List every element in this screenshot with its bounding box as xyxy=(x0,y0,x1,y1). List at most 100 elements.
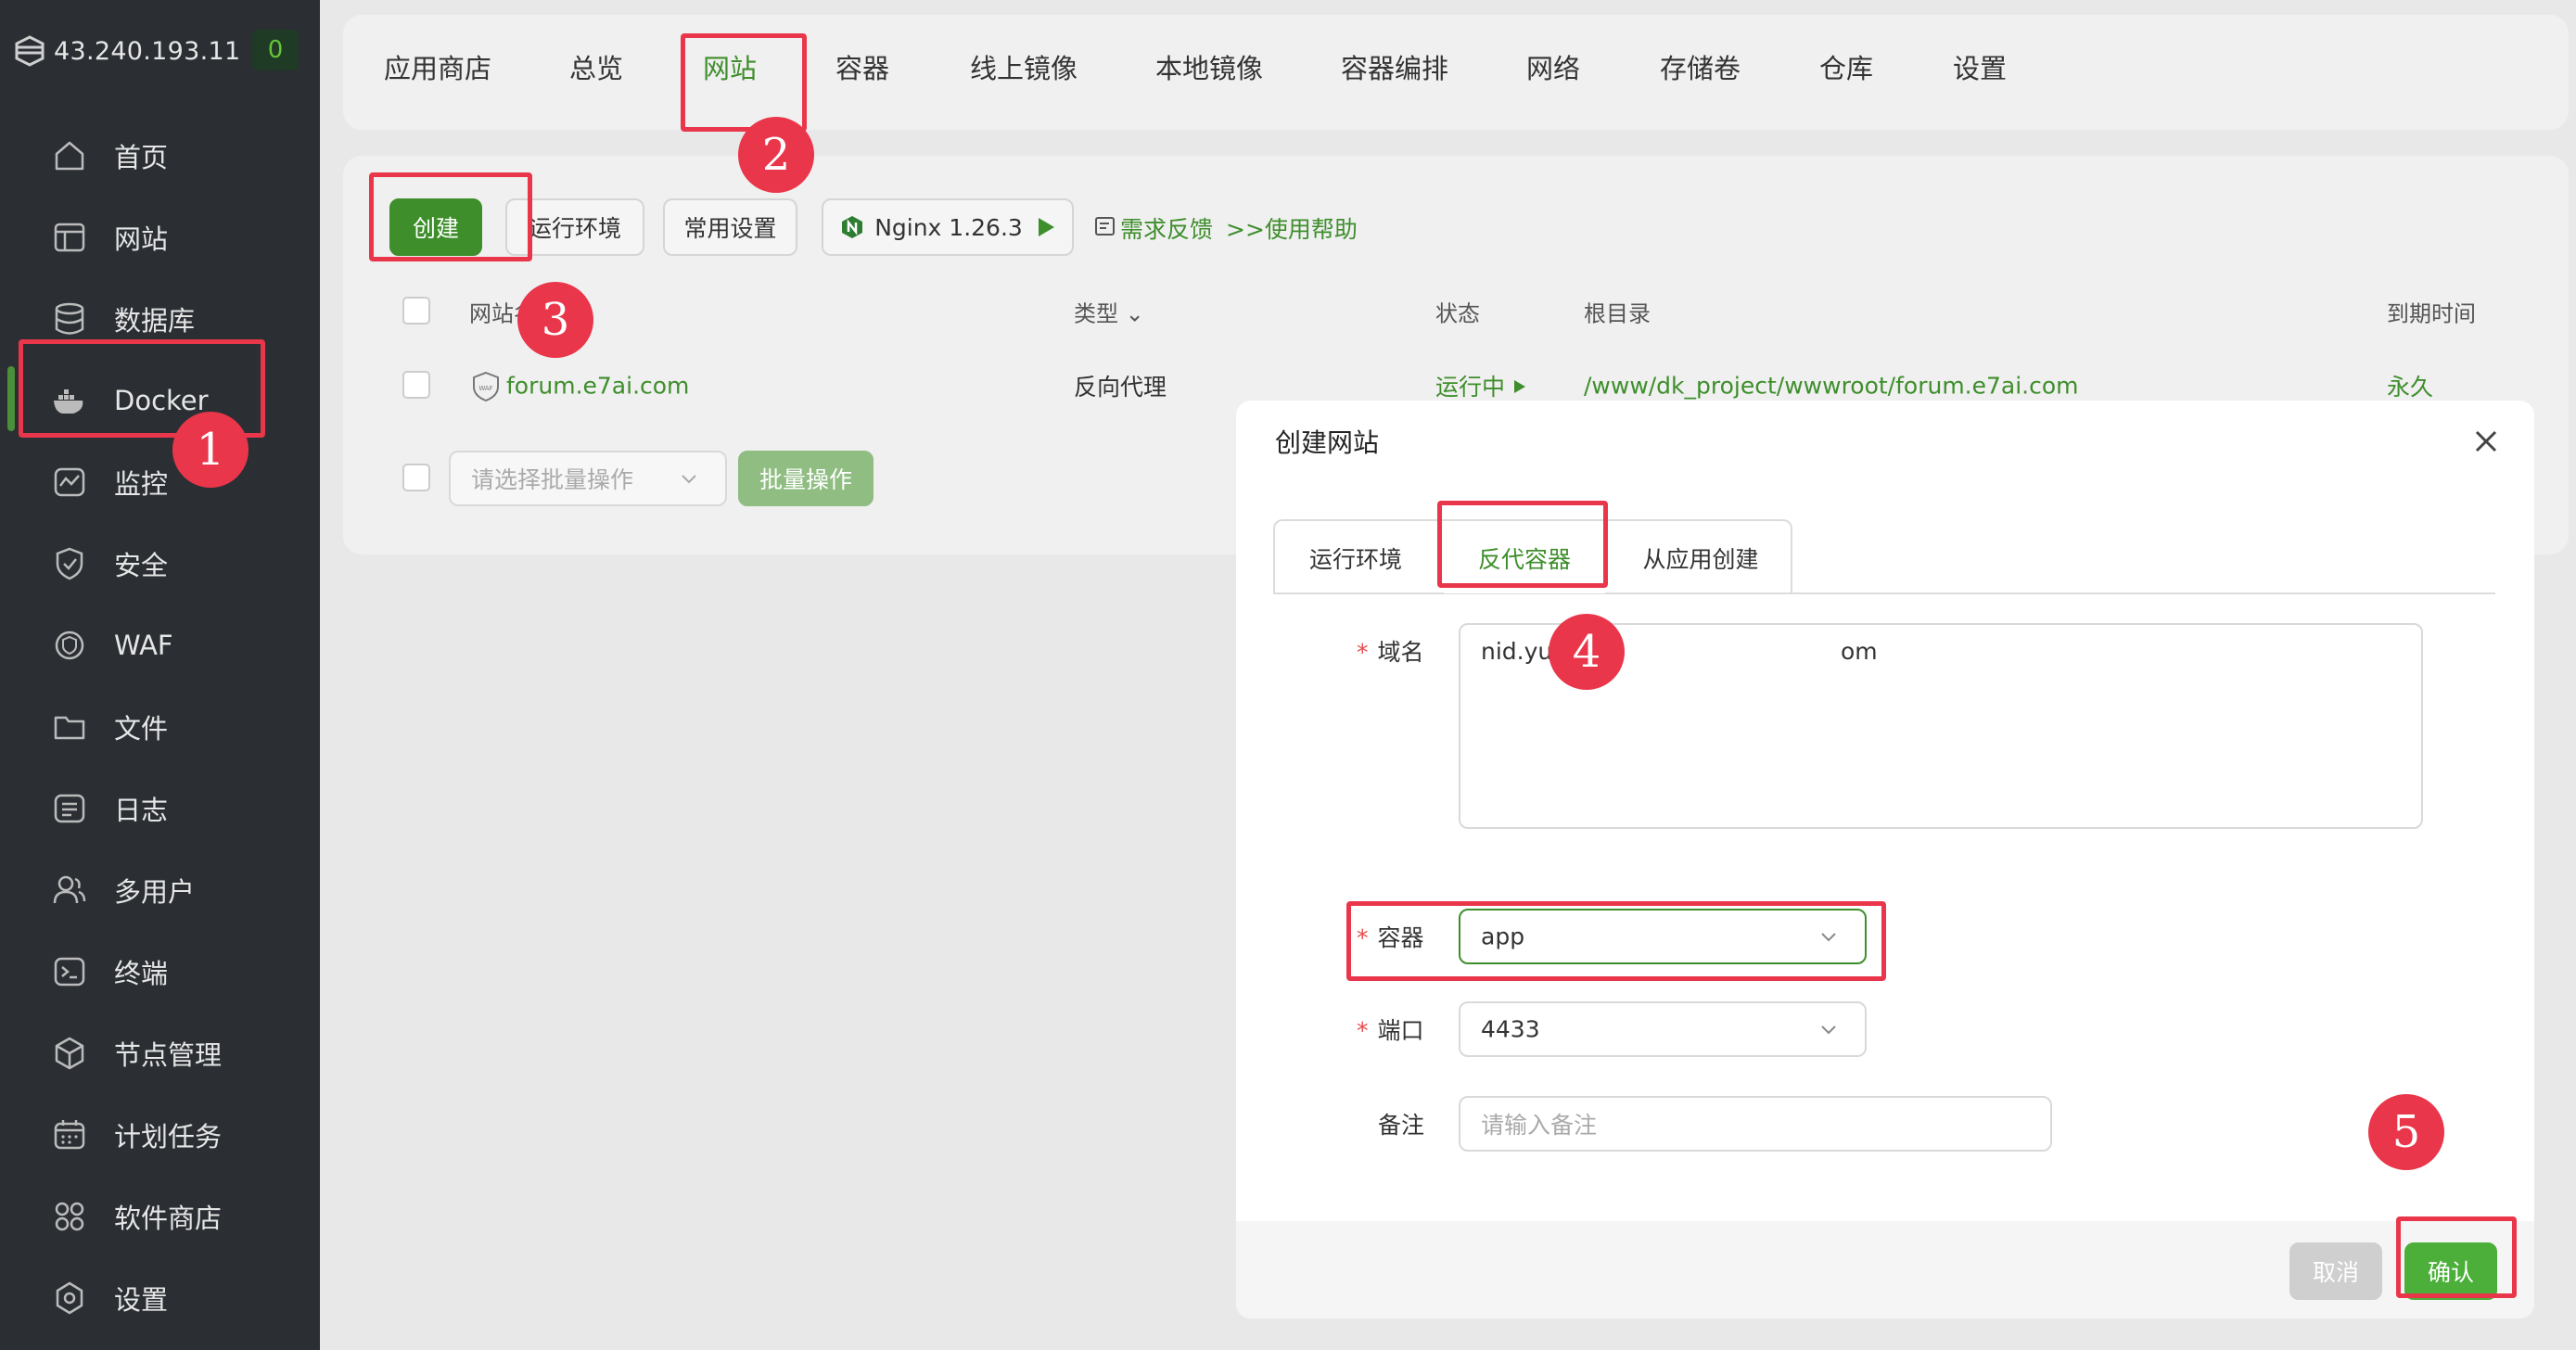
annotation-box-create xyxy=(369,172,532,261)
sidebar-item-security[interactable]: 安全 xyxy=(51,536,168,592)
sidebar-item-label: 网站 xyxy=(114,223,169,255)
tab-online-images[interactable]: 线上镜像 xyxy=(970,47,1078,86)
col-expire: 到期时间 xyxy=(2387,300,2476,327)
tab-volumes[interactable]: 存储卷 xyxy=(1660,47,1741,86)
home-icon xyxy=(55,141,84,171)
svg-text:WAF: WAF xyxy=(478,385,492,392)
dialog-tab-from-app[interactable]: 从应用创建 xyxy=(1613,523,1789,593)
sidebar-item-cron[interactable]: 计划任务 xyxy=(51,1107,222,1163)
terminal-icon xyxy=(54,957,85,987)
col-type[interactable]: 类型 ⌄ xyxy=(1074,296,1144,328)
sidebar-item-label: 日志 xyxy=(114,795,169,826)
cancel-button[interactable]: 取消 xyxy=(2289,1242,2382,1300)
col-root: 根目录 xyxy=(1584,300,1651,327)
tab-app-store[interactable]: 应用商店 xyxy=(384,47,491,86)
site-expire[interactable]: 永久 xyxy=(2387,369,2433,402)
feedback-icon xyxy=(1095,217,1115,236)
monitor-icon xyxy=(54,467,85,497)
step-marker-4: 4 xyxy=(1549,614,1625,690)
store-icon xyxy=(55,1202,84,1231)
domain-label: * 域名 xyxy=(1357,639,1424,666)
port-value: 4433 xyxy=(1481,1015,1540,1043)
tab-local-images[interactable]: 本地镜像 xyxy=(1155,47,1263,86)
tab-network[interactable]: 网络 xyxy=(1526,47,1580,86)
calendar-icon xyxy=(54,1120,85,1150)
annotation-box-website-tab xyxy=(681,33,807,132)
tab-compose[interactable]: 容器编排 xyxy=(1341,47,1448,86)
waf-shield-icon: WAF xyxy=(473,371,499,402)
feedback-link[interactable]: 需求反馈 xyxy=(1120,211,1213,245)
server-logo-icon xyxy=(11,32,48,70)
active-indicator xyxy=(7,366,15,431)
play-icon xyxy=(1038,218,1054,236)
sidebar-item-settings[interactable]: 设置 xyxy=(51,1270,168,1326)
sidebar-item-monitor[interactable]: 监控 xyxy=(51,454,168,510)
site-type: 反向代理 xyxy=(1074,374,1167,401)
shield-icon xyxy=(56,547,83,580)
tab-registry[interactable]: 仓库 xyxy=(1819,47,1873,86)
annotation-box-container xyxy=(1346,901,1886,981)
step-marker-3: 3 xyxy=(517,282,593,358)
col-status: 状态 xyxy=(1435,300,1480,327)
sidebar-item-database[interactable]: 数据库 xyxy=(51,291,195,347)
common-settings-button[interactable]: 常用设置 xyxy=(663,198,797,256)
sidebar-item-label: 文件 xyxy=(114,713,169,745)
sidebar-item-label: WAF xyxy=(114,630,173,661)
sidebar-item-label: 监控 xyxy=(114,468,169,500)
sidebar-item-label: 数据库 xyxy=(114,305,196,337)
site-link[interactable]: forum.e7ai.com xyxy=(506,373,689,400)
top-tab-bar: 应用商店 总览 网站 容器 线上镜像 本地镜像 容器编排 网络 存储卷 仓库 设… xyxy=(343,15,2569,130)
sidebar-item-store[interactable]: 软件商店 xyxy=(51,1189,222,1244)
step-marker-5: 5 xyxy=(2368,1094,2444,1170)
batch-select[interactable]: 请选择批量操作 xyxy=(449,451,727,506)
sidebar-item-waf[interactable]: WAF xyxy=(51,618,173,673)
nginx-version: Nginx 1.26.3 xyxy=(874,213,1023,241)
chevron-down-icon xyxy=(1821,1025,1836,1035)
site-root-path[interactable]: /www/dk_project/wwwroot/forum.e7ai.com xyxy=(1584,373,2079,400)
sidebar-item-nodes[interactable]: 节点管理 xyxy=(51,1025,222,1081)
note-input[interactable]: 请输入备注 xyxy=(1459,1096,2052,1152)
note-placeholder: 请输入备注 xyxy=(1481,1112,1598,1139)
sidebar-item-label: 设置 xyxy=(114,1284,169,1316)
dialog-title: 创建网站 xyxy=(1275,427,1380,458)
database-icon xyxy=(55,302,84,335)
close-icon[interactable] xyxy=(2469,425,2503,458)
tab-settings[interactable]: 设置 xyxy=(1953,47,2007,86)
sidebar-item-terminal[interactable]: 终端 xyxy=(51,944,168,1000)
annotation-box-confirm xyxy=(2396,1216,2517,1298)
batch-checkbox[interactable] xyxy=(402,464,430,491)
step-marker-2: 2 xyxy=(738,117,814,193)
sidebar-item-files[interactable]: 文件 xyxy=(51,699,168,755)
nginx-button[interactable]: Nginx 1.26.3 xyxy=(822,198,1074,256)
notification-badge[interactable]: 0 xyxy=(252,30,299,70)
site-status[interactable]: 运行中 xyxy=(1435,369,1527,402)
port-select[interactable]: 4433 xyxy=(1459,1001,1867,1057)
tab-containers[interactable]: 容器 xyxy=(835,47,889,86)
help-link[interactable]: >>使用帮助 xyxy=(1226,211,1358,245)
domain-value: nid.yui xyxy=(1481,638,1560,665)
waf-icon xyxy=(55,630,84,660)
sidebar-item-label: 计划任务 xyxy=(114,1121,223,1153)
port-label: * 端口 xyxy=(1357,1017,1424,1044)
select-all-checkbox[interactable] xyxy=(402,297,430,325)
sidebar-item-website[interactable]: 网站 xyxy=(51,210,168,265)
play-icon xyxy=(1513,380,1525,393)
sidebar-item-label: 节点管理 xyxy=(114,1039,223,1071)
dialog-header: 创建网站 xyxy=(1236,401,2534,484)
sidebar-item-logs[interactable]: 日志 xyxy=(51,781,168,836)
sidebar: 43.240.193.11 0 首页 网站 数据库 Docker 监控 安全 W… xyxy=(0,0,320,1350)
folder-icon xyxy=(54,716,85,740)
batch-action-button[interactable]: 批量操作 xyxy=(738,451,874,506)
site-status-label: 运行中 xyxy=(1435,374,1506,401)
note-label: 备注 xyxy=(1378,1112,1425,1139)
sidebar-item-users[interactable]: 多用户 xyxy=(51,862,195,918)
tab-overview[interactable]: 总览 xyxy=(569,47,623,86)
dialog-tab-runtime[interactable]: 运行环境 xyxy=(1275,523,1436,593)
website-icon xyxy=(54,223,85,252)
annotation-box-proxy-tab xyxy=(1437,501,1608,588)
col-type-label: 类型 xyxy=(1074,300,1118,327)
row-checkbox[interactable] xyxy=(402,371,430,399)
settings-icon xyxy=(56,1281,83,1315)
sidebar-item-label: 多用户 xyxy=(114,876,196,908)
sidebar-item-home[interactable]: 首页 xyxy=(51,128,168,184)
